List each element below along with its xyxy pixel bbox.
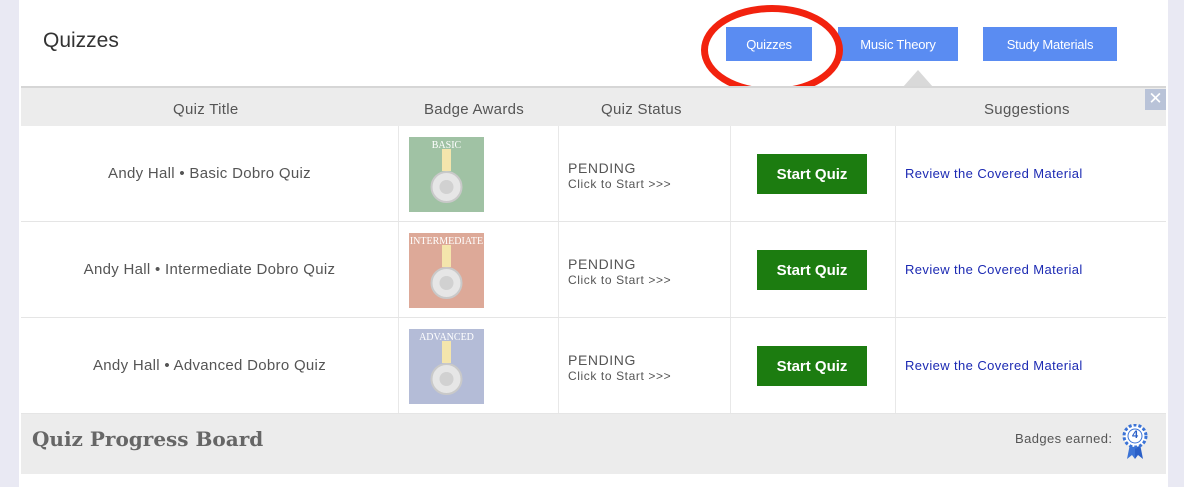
review-material-link[interactable]: Review the Covered Material (905, 166, 1083, 181)
start-quiz-button[interactable]: Start Quiz (757, 346, 867, 386)
badge-intermediate-image: INTERMEDIATE (409, 233, 484, 308)
column-header-badge-awards: Badge Awards (424, 101, 525, 118)
status-link[interactable]: Click to Start >>> (568, 177, 671, 191)
suggestion-cell: Review the Covered Material (895, 222, 1166, 317)
status-text: PENDING (568, 256, 636, 272)
dropdown-caret (903, 70, 933, 87)
badges-count: 4 (1131, 429, 1139, 441)
badge-advanced-image: ADVANCED (409, 329, 484, 404)
status-cell: PENDING Click to Start >>> (558, 222, 731, 317)
badge-label: INTERMEDIATE (409, 236, 484, 247)
status-text: PENDING (568, 160, 636, 176)
suggestion-cell: Review the Covered Material (895, 318, 1166, 413)
table-row: Andy Hall • Basic Dobro Quiz BASIC PENDI… (21, 126, 1166, 222)
status-cell: PENDING Click to Start >>> (558, 126, 731, 221)
badge-basic-image: BASIC (409, 137, 484, 212)
quiz-table: ✕ Quiz Title Badge Awards Quiz Status Su… (21, 86, 1166, 477)
page-title: Quizzes (43, 29, 119, 52)
start-quiz-button[interactable]: Start Quiz (757, 154, 867, 194)
status-text: PENDING (568, 352, 636, 368)
badge-cell: ADVANCED (398, 318, 559, 413)
quiz-rows: Andy Hall • Basic Dobro Quiz BASIC PENDI… (21, 126, 1166, 414)
nav-music-theory-button[interactable]: Music Theory (838, 27, 958, 61)
close-icon[interactable]: ✕ (1145, 89, 1166, 110)
award-ribbon-icon: 4 (1122, 423, 1148, 460)
badge-label: BASIC (431, 140, 462, 151)
nav-quizzes-button[interactable]: Quizzes (726, 27, 812, 61)
status-cell: PENDING Click to Start >>> (558, 318, 731, 413)
quiz-title: Andy Hall • Advanced Dobro Quiz (21, 318, 399, 413)
badge-cell: INTERMEDIATE (398, 222, 559, 317)
badge-label: ADVANCED (419, 332, 474, 343)
status-link[interactable]: Click to Start >>> (568, 273, 671, 287)
table-row: Andy Hall • Advanced Dobro Quiz ADVANCED… (21, 318, 1166, 414)
action-cell: Start Quiz (730, 222, 896, 317)
quiz-title: Andy Hall • Intermediate Dobro Quiz (21, 222, 399, 317)
badges-earned-label: Badges earned: (1015, 431, 1113, 446)
action-cell: Start Quiz (730, 318, 896, 413)
action-cell: Start Quiz (730, 126, 896, 221)
table-row: Andy Hall • Intermediate Dobro Quiz INTE… (21, 222, 1166, 318)
quiz-title: Andy Hall • Basic Dobro Quiz (21, 126, 399, 221)
bottom-strip (19, 474, 1168, 487)
progress-board-title: Quiz Progress Board (32, 427, 264, 451)
review-material-link[interactable]: Review the Covered Material (905, 358, 1083, 373)
badge-cell: BASIC (398, 126, 559, 221)
nav-study-materials-button[interactable]: Study Materials (983, 27, 1117, 61)
start-quiz-button[interactable]: Start Quiz (757, 250, 867, 290)
suggestion-cell: Review the Covered Material (895, 126, 1166, 221)
review-material-link[interactable]: Review the Covered Material (905, 262, 1083, 277)
column-header-suggestions: Suggestions (984, 101, 1070, 118)
status-link[interactable]: Click to Start >>> (568, 369, 671, 383)
column-header-quiz-status: Quiz Status (601, 101, 682, 118)
column-header-quiz-title: Quiz Title (173, 101, 239, 118)
main-panel: Quizzes Quizzes Music Theory Study Mater… (19, 0, 1168, 487)
